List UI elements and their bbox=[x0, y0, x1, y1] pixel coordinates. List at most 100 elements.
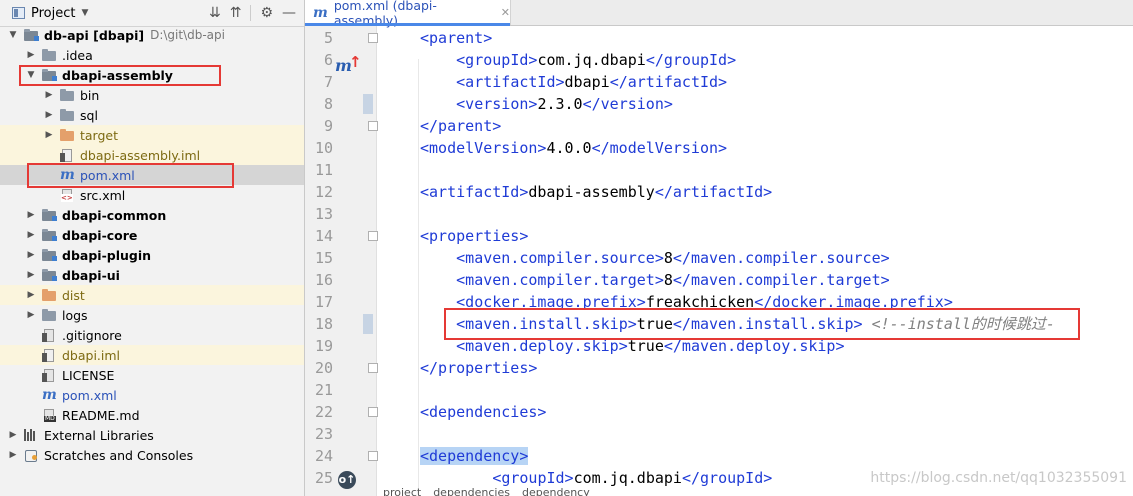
chevron-right-icon[interactable]: ▶ bbox=[26, 210, 36, 220]
chevron-right-icon[interactable]: ▶ bbox=[26, 230, 36, 240]
code-line[interactable]: <parent> bbox=[420, 27, 492, 49]
code-tag: <maven.compiler.source> bbox=[456, 249, 664, 267]
override-icon[interactable]: o↑ bbox=[338, 471, 356, 489]
code-line[interactable]: <docker.image.prefix>freakchicken</docke… bbox=[456, 291, 953, 313]
chevron-right-icon[interactable]: ▶ bbox=[26, 310, 36, 320]
gear-icon[interactable]: ⚙ bbox=[260, 5, 273, 21]
collapse-all-icon[interactable]: ⇈ bbox=[230, 5, 242, 21]
breadcrumb-item[interactable]: dependency bbox=[522, 486, 590, 496]
project-panel: Project ▼ ⇊ ⇈ ⚙ — ▼ db-api [dbapi] D:\git\… bbox=[0, 0, 305, 496]
chevron-right-icon[interactable]: ▶ bbox=[26, 50, 36, 60]
scratches-icon bbox=[24, 449, 39, 462]
code-line[interactable]: <artifactId>dbapi</artifactId> bbox=[456, 71, 727, 93]
change-marker[interactable] bbox=[363, 94, 373, 114]
chevron-right-icon[interactable]: ▶ bbox=[44, 130, 54, 140]
chevron-right-icon[interactable]: ▶ bbox=[44, 90, 54, 100]
tree-item[interactable]: ▶ .idea bbox=[0, 45, 304, 65]
tree-item[interactable]: ▼ db-api [dbapi] D:\git\db-api bbox=[0, 25, 304, 45]
chevron-right-icon[interactable]: ▶ bbox=[26, 290, 36, 300]
close-icon[interactable]: ✕ bbox=[501, 6, 510, 19]
code-line[interactable]: <properties> bbox=[420, 225, 528, 247]
tree-item[interactable]: ▶ External Libraries bbox=[0, 425, 304, 445]
tree-item-label: dbapi-ui bbox=[62, 267, 120, 283]
tree-item[interactable]: ▶ sql bbox=[0, 105, 304, 125]
tab-pom-xml[interactable]: m pom.xml (dbapi-assembly) ✕ bbox=[305, 0, 511, 28]
tree-item[interactable]: ▼ dbapi-assembly bbox=[0, 65, 304, 85]
chevron-right-icon[interactable]: ▶ bbox=[26, 270, 36, 280]
line-number: 11 bbox=[314, 161, 333, 179]
line-number: 25 bbox=[314, 469, 333, 487]
code-tag: </maven.deploy.skip> bbox=[663, 337, 845, 355]
tree-item-label: README.md bbox=[62, 407, 140, 423]
code-line[interactable]: </parent> bbox=[420, 115, 501, 137]
tree-item[interactable]: ▶ dbapi-common bbox=[0, 205, 304, 225]
code-line[interactable]: </properties> bbox=[420, 357, 537, 379]
folder-orange-icon bbox=[60, 129, 75, 141]
tree-item[interactable]: ▶ dbapi-ui bbox=[0, 265, 304, 285]
breadcrumb: project dependencies dependency bbox=[377, 486, 590, 496]
tree-item[interactable]: ▶ Scratches and Consoles bbox=[0, 445, 304, 465]
code-line[interactable]: <modelVersion>4.0.0</modelVersion> bbox=[420, 137, 727, 159]
tree-item-label: target bbox=[80, 127, 119, 143]
tree-item[interactable]: ▶ dbapi-core bbox=[0, 225, 304, 245]
tree-item-label: db-api [dbapi] bbox=[44, 27, 145, 43]
markdown-file-icon bbox=[42, 409, 57, 422]
tree-item[interactable]: README.md bbox=[0, 405, 304, 425]
tree-item-label: dbapi.iml bbox=[62, 347, 121, 363]
code-line[interactable]: <maven.compiler.source>8</maven.compiler… bbox=[456, 247, 890, 269]
folder-module-icon bbox=[42, 69, 57, 81]
code-area[interactable]: <parent> <groupId>com.jq.dbapi</groupId> <… bbox=[377, 26, 1133, 496]
tree-item-label: .idea bbox=[62, 47, 93, 63]
tree-item[interactable]: LICENSE bbox=[0, 365, 304, 385]
code-text: 4.0.0 bbox=[546, 139, 592, 157]
line-number: 20 bbox=[314, 359, 333, 377]
line-number: 8 bbox=[323, 95, 333, 113]
line-number: 15 bbox=[314, 249, 333, 267]
libraries-icon bbox=[24, 429, 39, 441]
tree-item-label: pom.xml bbox=[62, 387, 117, 403]
tree-item-label: dbapi-common bbox=[62, 207, 167, 223]
tree-item[interactable]: ▶ dbapi-plugin bbox=[0, 245, 304, 265]
code-tag: </artifactId> bbox=[654, 183, 773, 201]
chevron-right-icon[interactable]: ▶ bbox=[44, 110, 54, 120]
tree-item[interactable]: src.xml bbox=[0, 185, 304, 205]
tree-item[interactable]: ▶ logs bbox=[0, 305, 304, 325]
tree-item[interactable]: m pom.xml bbox=[0, 165, 304, 185]
code-tag: </groupId> bbox=[645, 51, 737, 69]
line-number: 7 bbox=[323, 73, 333, 91]
hide-icon[interactable]: — bbox=[282, 5, 296, 21]
license-file-icon bbox=[42, 369, 57, 382]
project-view-selector[interactable]: Project ▼ bbox=[0, 6, 88, 21]
expand-all-icon[interactable]: ⇊ bbox=[209, 5, 221, 21]
code-line[interactable]: <dependency> bbox=[420, 445, 529, 467]
code-line[interactable]: <maven.compiler.target>8</maven.compiler… bbox=[456, 269, 890, 291]
breadcrumb-item[interactable]: dependencies bbox=[433, 486, 510, 496]
tree-item[interactable]: ▶ dist bbox=[0, 285, 304, 305]
chevron-right-icon[interactable]: ▶ bbox=[8, 430, 18, 440]
code-line[interactable]: <maven.deploy.skip>true</maven.deploy.sk… bbox=[456, 335, 844, 357]
folder-module-icon bbox=[42, 269, 57, 281]
code-tag: </maven.compiler.target> bbox=[672, 271, 890, 289]
code-line[interactable]: <dependencies> bbox=[420, 401, 546, 423]
arrow-up-icon[interactable]: ↑ bbox=[349, 53, 362, 71]
tree-item[interactable]: m pom.xml bbox=[0, 385, 304, 405]
code-line[interactable]: <groupId>com.jq.dbapi</groupId> bbox=[456, 49, 736, 71]
tree-item[interactable]: ▶ target bbox=[0, 125, 304, 145]
change-marker[interactable] bbox=[363, 314, 373, 334]
tree-item[interactable]: dbapi.iml bbox=[0, 345, 304, 365]
code-text: 2.3.0 bbox=[537, 95, 583, 113]
code-line[interactable]: <maven.install.skip>true</maven.install.… bbox=[456, 313, 1055, 335]
chevron-right-icon[interactable]: ▶ bbox=[8, 450, 18, 460]
code-tag: </docker.image.prefix> bbox=[754, 293, 953, 311]
line-number: 21 bbox=[314, 381, 333, 399]
tree-item[interactable]: .gitignore bbox=[0, 325, 304, 345]
tree-item[interactable]: dbapi-assembly.iml bbox=[0, 145, 304, 165]
code-line[interactable]: <artifactId>dbapi-assembly</artifactId> bbox=[420, 181, 772, 203]
chevron-down-icon[interactable]: ▼ bbox=[26, 70, 36, 80]
chevron-down-icon[interactable]: ▼ bbox=[8, 30, 18, 40]
tree-item[interactable]: ▶ bin bbox=[0, 85, 304, 105]
code-tag: </version> bbox=[582, 95, 673, 113]
breadcrumb-item[interactable]: project bbox=[383, 486, 421, 496]
chevron-right-icon[interactable]: ▶ bbox=[26, 250, 36, 260]
code-line[interactable]: <version>2.3.0</version> bbox=[456, 93, 673, 115]
